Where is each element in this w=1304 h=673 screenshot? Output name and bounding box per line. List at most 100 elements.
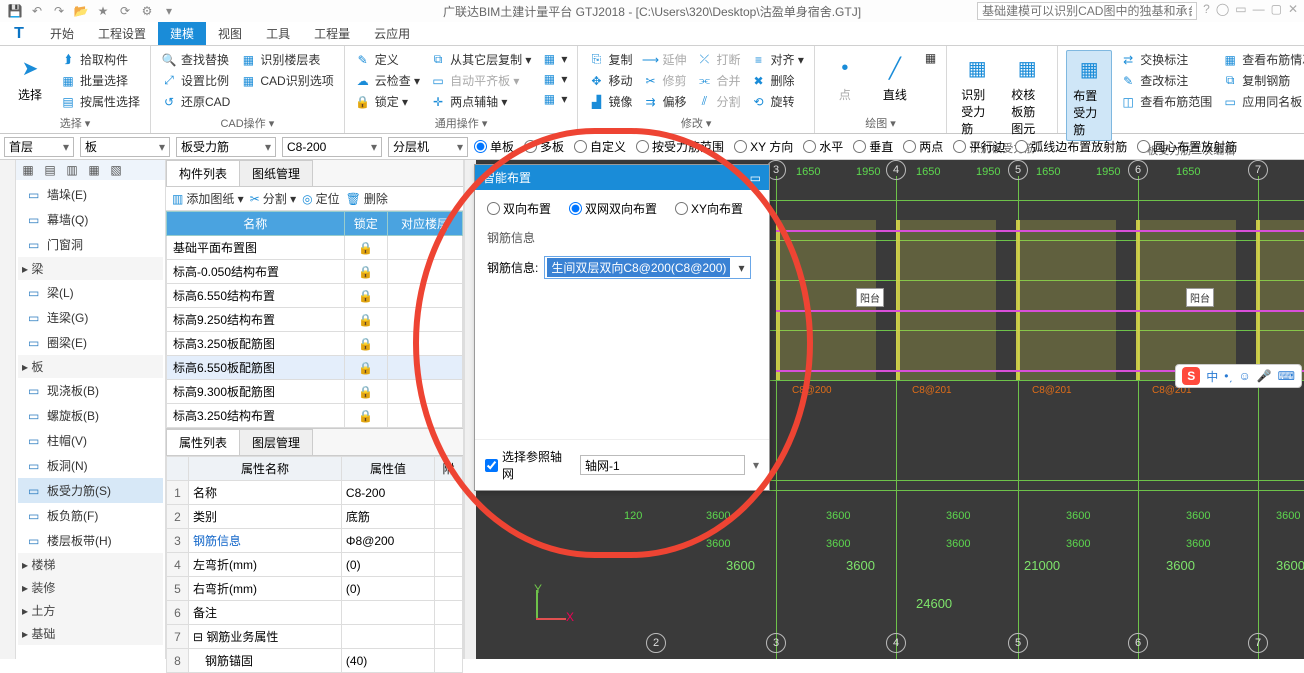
floor-select[interactable]: 首层 — [4, 137, 74, 157]
prop-row[interactable]: 3钢筋信息Φ8@200 — [167, 529, 463, 553]
table-row[interactable]: 标高9.250结构布置🔒 — [167, 308, 463, 332]
copy-from-floor[interactable]: ⧉从其它层复制 ▾ — [428, 50, 533, 69]
draw-extra[interactable]: ▦ — [923, 50, 938, 66]
help-icon[interactable]: ? — [1203, 2, 1210, 20]
category-select[interactable]: 板 — [80, 137, 170, 157]
prop-row[interactable]: 6备注 — [167, 601, 463, 625]
tree-tool-3[interactable]: ▥ — [64, 162, 80, 178]
layout-radio-3[interactable]: 按受力筋范围 — [636, 138, 724, 155]
swap-annot[interactable]: ⇄交换标注 — [1118, 50, 1214, 69]
dialog-option-input-2[interactable] — [675, 202, 688, 215]
layout-radio-10[interactable]: 圆心布置放射筋 — [1137, 138, 1237, 155]
prop-link[interactable]: 钢筋信息 — [193, 534, 241, 548]
tree-item[interactable]: ▭板受力筋(S) — [18, 478, 163, 503]
app-logo-icon[interactable]: T — [0, 22, 38, 45]
ref-grid-checkbox[interactable]: 选择参照轴网 — [485, 448, 572, 482]
find-replace[interactable]: 🔍查找替换 — [159, 50, 232, 69]
tree-item[interactable]: ▭圈梁(E) — [18, 330, 163, 355]
qat-refresh-icon[interactable]: ⟳ — [116, 2, 134, 20]
dialog-option-2[interactable]: XY向布置 — [675, 200, 743, 217]
col-name[interactable]: 名称 — [167, 212, 345, 236]
tab-cloud[interactable]: 云应用 — [362, 22, 422, 45]
table-row[interactable]: 标高6.550板配筋图🔒 — [167, 356, 463, 380]
copy-rebar[interactable]: ⧉复制钢筋 — [1220, 71, 1304, 90]
view-rebar-range[interactable]: ◫查看布筋范围 — [1118, 92, 1214, 111]
ref-grid-check-input[interactable] — [485, 459, 498, 472]
add-drawing-button[interactable]: ▥添加图纸 ▾ — [172, 190, 244, 207]
layout-radio-9[interactable]: 弧线边布置放射筋 — [1015, 138, 1127, 155]
rotate-btn[interactable]: ⟲旋转 — [749, 92, 806, 111]
tab-layers[interactable]: 图层管理 — [239, 429, 313, 455]
dialog-close-icon[interactable]: ▭ — [750, 171, 761, 185]
qat-settings-icon[interactable]: ⚙ — [138, 2, 156, 20]
lock-icon[interactable]: 🔒 — [344, 308, 387, 332]
col-lock[interactable]: 锁定 — [344, 212, 387, 236]
table-row[interactable]: 标高-0.050结构布置🔒 — [167, 260, 463, 284]
tab-project-settings[interactable]: 工程设置 — [86, 22, 158, 45]
qat-save-icon[interactable]: 💾 — [6, 2, 24, 20]
split-btn[interactable]: ⫽分割 — [694, 92, 742, 111]
tab-view[interactable]: 视图 — [206, 22, 254, 45]
layout-radio-input-6[interactable] — [853, 140, 866, 153]
layout-radio-1[interactable]: 多板 — [524, 138, 564, 155]
ime-mode[interactable]: 中 — [1206, 368, 1218, 385]
table-row[interactable]: 标高3.250板配筋图🔒 — [167, 332, 463, 356]
lock-icon[interactable]: 🔒 — [344, 380, 387, 404]
restore-cad[interactable]: ↺还原CAD — [159, 92, 232, 111]
qat-redo-icon[interactable]: ↷ — [50, 2, 68, 20]
tree-group-header[interactable]: ▸ 装修 — [18, 576, 163, 599]
lock-icon[interactable]: 🔒 — [344, 236, 387, 260]
define[interactable]: ✎定义 — [353, 50, 422, 69]
ime-keyboard-icon[interactable]: ⌨ — [1278, 369, 1295, 383]
layer-select[interactable]: 分层机 — [388, 137, 468, 157]
offset-btn[interactable]: ⇉偏移 — [640, 92, 688, 111]
lock[interactable]: 🔒锁定 ▾ — [353, 92, 422, 111]
two-point-aux[interactable]: ✛两点辅轴 ▾ — [428, 92, 533, 111]
identify-floor-table[interactable]: ▦识别楼层表 — [238, 50, 335, 69]
layout-rebar-button[interactable]: ▦布置受力筋 — [1066, 50, 1112, 141]
identify-rebar[interactable]: ▦识别受力筋 — [955, 50, 999, 139]
set-scale[interactable]: ⤢设置比例 — [159, 71, 232, 90]
lock-icon[interactable]: 🔒 — [344, 404, 387, 428]
rebar-info-combo[interactable]: 生间双层双向C8@200(C8@200) — [544, 256, 751, 279]
layout-radio-input-9[interactable] — [1015, 140, 1028, 153]
maximize-icon[interactable]: ▢ — [1271, 2, 1282, 20]
tree-item[interactable]: ▭板负筋(F) — [18, 503, 163, 528]
subcategory-select[interactable]: 板受力筋 — [176, 137, 276, 157]
layout-radio-input-10[interactable] — [1137, 140, 1150, 153]
delete-drawing-button[interactable]: 🗑删除 — [346, 190, 388, 207]
layout-radio-input-7[interactable] — [903, 140, 916, 153]
close-icon[interactable]: ✕ — [1288, 2, 1298, 20]
prop-row[interactable]: 2类别底筋 — [167, 505, 463, 529]
dialog-titlebar[interactable]: 智能布置 ▭ — [475, 165, 769, 190]
batch-select[interactable]: ▦批量选择 — [58, 71, 142, 90]
table-row[interactable]: 基础平面布置图🔒 — [167, 236, 463, 260]
layout-radio-5[interactable]: 水平 — [803, 138, 843, 155]
table-row[interactable]: 标高3.250结构布置🔒 — [167, 404, 463, 428]
merge-btn[interactable]: ⫘合并 — [694, 71, 742, 90]
extra-1[interactable]: ▦▾ — [539, 50, 569, 68]
component-select[interactable]: C8-200 — [282, 137, 382, 157]
tree-tool-4[interactable]: ▦ — [86, 162, 102, 178]
cad-options[interactable]: ▦CAD识别选项 — [238, 71, 335, 90]
delete-btn[interactable]: ✖删除 — [749, 71, 806, 90]
lock-icon[interactable]: 🔒 — [344, 332, 387, 356]
help-search-input[interactable] — [977, 2, 1197, 20]
tree-item[interactable]: ▭板洞(N) — [18, 453, 163, 478]
locate-button[interactable]: ◎定位 — [302, 190, 340, 207]
layout-radio-6[interactable]: 垂直 — [853, 138, 893, 155]
prop-row[interactable]: 7⊟ 钢筋业务属性 — [167, 625, 463, 649]
split-button[interactable]: ✂分割 ▾ — [250, 190, 296, 207]
layout-radio-7[interactable]: 两点 — [903, 138, 943, 155]
move-btn[interactable]: ✥移动 — [586, 71, 634, 90]
check-slab-rebar[interactable]: ▦校核板筋图元 — [1005, 50, 1049, 139]
align-btn[interactable]: ≡对齐 ▾ — [749, 50, 806, 69]
ime-toolbar[interactable]: S 中 •ˏ ☺ 🎤 ⌨ — [1175, 364, 1302, 388]
layout-radio-0[interactable]: 单板 — [474, 138, 514, 155]
notify-icon[interactable]: ▭ — [1235, 2, 1246, 20]
table-row[interactable]: 标高9.300板配筋图🔒 — [167, 380, 463, 404]
ref-grid-input[interactable] — [580, 455, 745, 475]
prop-row[interactable]: 4左弯折(mm)(0) — [167, 553, 463, 577]
select-by-prop[interactable]: ▤按属性选择 — [58, 92, 142, 111]
tab-component-list[interactable]: 构件列表 — [166, 160, 240, 186]
